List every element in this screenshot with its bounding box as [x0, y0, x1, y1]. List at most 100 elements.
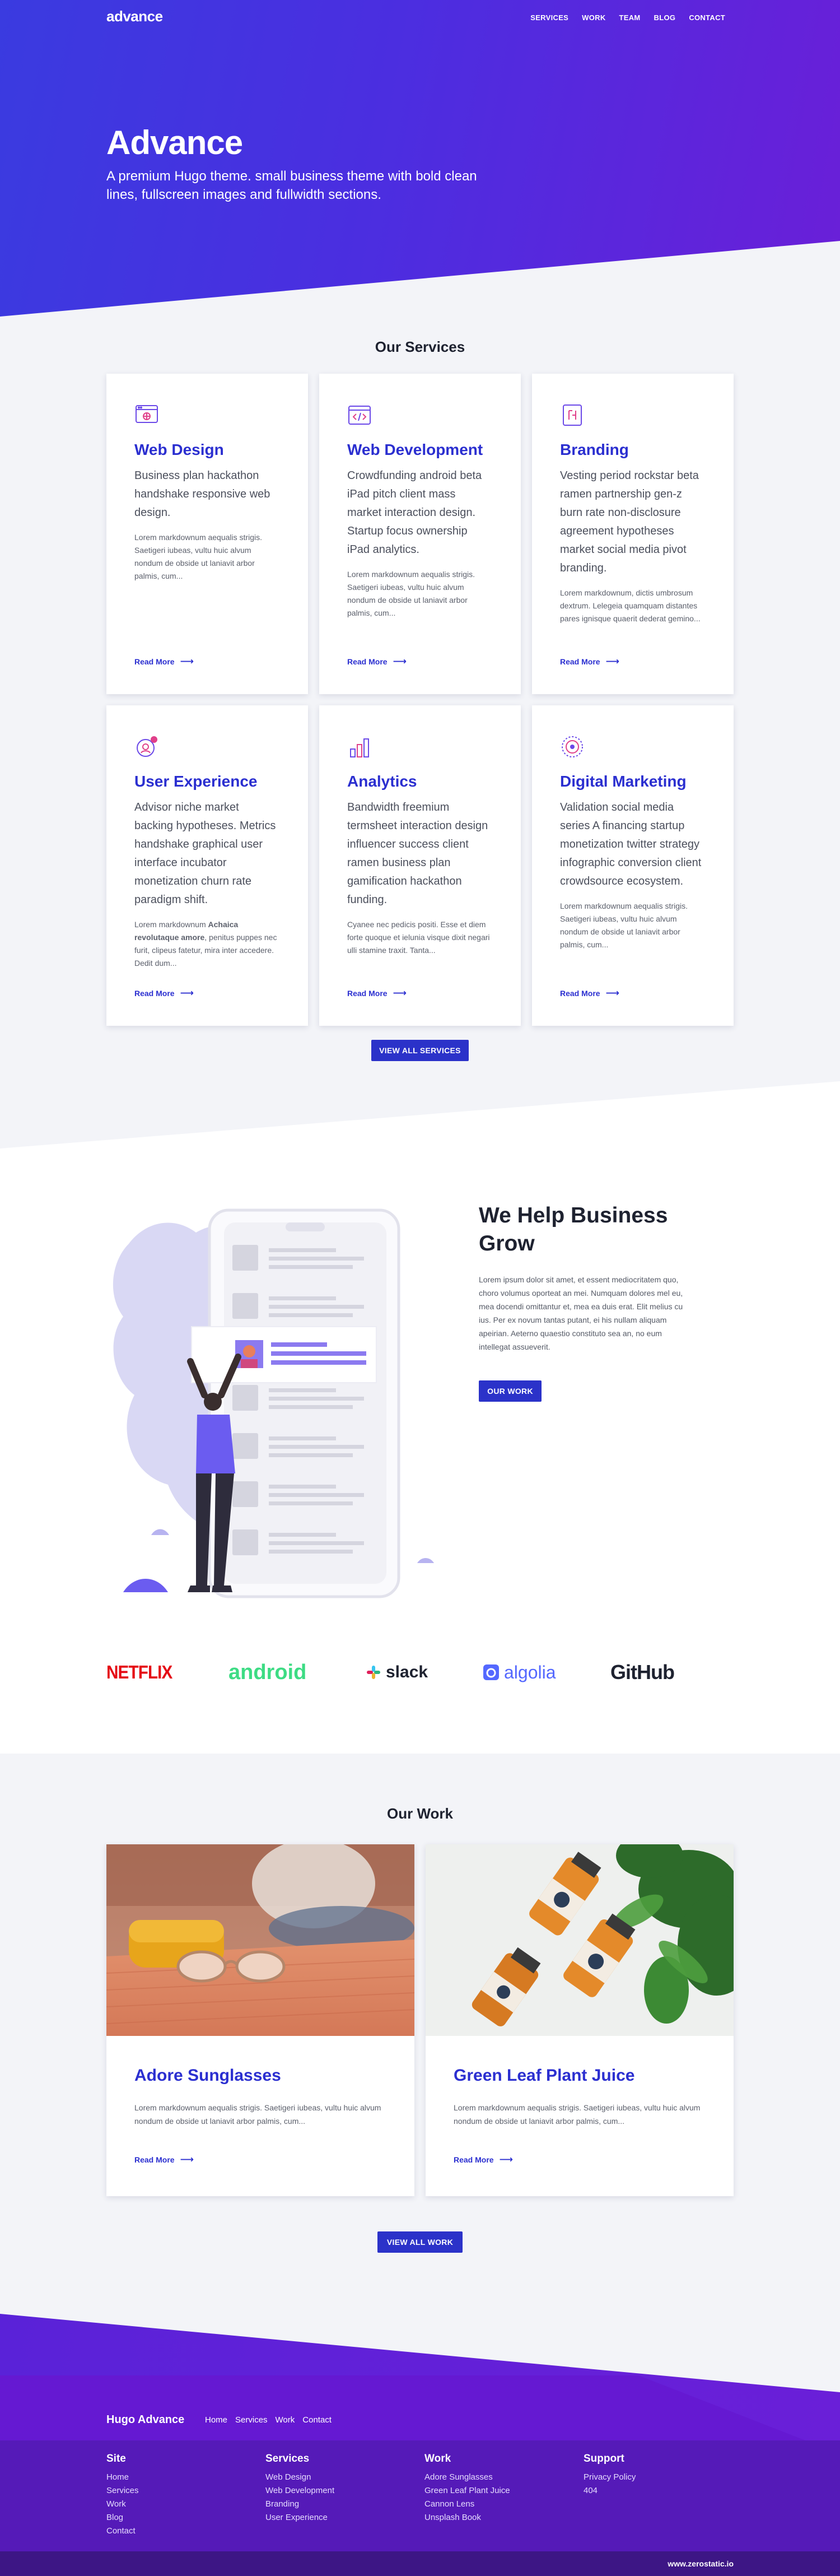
read-more-link[interactable]: Read More ⟶ [134, 988, 194, 998]
algolia-logo: algolia [483, 1658, 556, 1686]
work-card-adore-sunglasses[interactable]: Adore Sunglasses Lorem markdownum aequal… [106, 1844, 414, 2196]
footer-link[interactable]: Privacy Policy [584, 2471, 636, 2484]
footer-column-work: Work Adore Sunglasses Green Leaf Plant J… [424, 2453, 510, 2524]
read-more-label: Read More [134, 657, 175, 666]
nav-link-team[interactable]: TEAM [619, 13, 641, 22]
read-more-link[interactable]: Read More ⟶ [454, 2155, 513, 2164]
main-nav: SERVICES WORK TEAM BLOG CONTACT [530, 13, 725, 22]
service-lead: Validation social media series A financi… [560, 801, 702, 887]
footer-link[interactable]: Unsplash Book [424, 2511, 510, 2524]
our-work-button[interactable]: OUR WORK [479, 1380, 542, 1402]
android-logo: android [228, 1660, 307, 1684]
footer-link[interactable]: User Experience [265, 2511, 334, 2524]
view-all-work-button[interactable]: VIEW ALL WORK [377, 2231, 463, 2253]
nav-link-contact[interactable]: CONTACT [689, 13, 725, 22]
slack-logo: slack [366, 1658, 428, 1686]
digital-marketing-icon [562, 736, 583, 757]
site-logo[interactable]: advance [106, 8, 163, 25]
service-card-web-design[interactable]: Web Design Business plan hackathon hands… [106, 374, 308, 694]
footer-link[interactable]: Work [106, 2498, 139, 2511]
sunglasses-image [106, 1844, 414, 2036]
footer-nav-contact[interactable]: Contact [302, 2415, 332, 2425]
plant-juice-image [426, 1844, 734, 2036]
slack-wordmark: slack [386, 1663, 428, 1681]
algolia-wordmark: algolia [504, 1662, 556, 1682]
arrow-right-icon: ⟶ [393, 988, 407, 998]
read-more-label: Read More [134, 2155, 175, 2164]
footer-column-support: Support Privacy Policy 404 [584, 2453, 636, 2498]
nav-link-work[interactable]: WORK [582, 13, 605, 22]
work-item-text: Lorem markdownum aequalis strigis. Saeti… [134, 2103, 381, 2126]
footer-bottom-bar: www.zerostatic.io [0, 2551, 840, 2576]
services-grid: Web Design Business plan hackathon hands… [106, 374, 734, 1026]
service-card-digital-marketing[interactable]: Digital Marketing Validation social medi… [532, 705, 734, 1026]
footer-link[interactable]: Adore Sunglasses [424, 2471, 510, 2484]
service-text: Lorem markdownum aequalis strigis. Saeti… [134, 533, 262, 580]
footer-link[interactable]: Green Leaf Plant Juice [424, 2484, 510, 2498]
nav-link-blog[interactable]: BLOG [654, 13, 676, 22]
read-more-link[interactable]: Read More ⟶ [347, 657, 407, 666]
hero-title: Advance [106, 124, 243, 161]
user-experience-icon [137, 736, 157, 757]
service-card-user-experience[interactable]: User Experience Advisor niche market bac… [106, 705, 308, 1026]
footer-link[interactable]: Cannon Lens [424, 2498, 510, 2511]
footer-column-services: Services Web Design Web Development Bran… [265, 2453, 334, 2524]
footer-link[interactable]: 404 [584, 2484, 636, 2498]
footer-link[interactable]: Web Development [265, 2484, 334, 2498]
algolia-icon [483, 1664, 499, 1680]
read-more-link[interactable]: Read More ⟶ [134, 2155, 194, 2164]
footer-brand[interactable]: Hugo Advance [106, 2414, 184, 2426]
grow-title: We Help Business Grow [479, 1203, 668, 1256]
footer-column-title: Support [584, 2453, 624, 2465]
work-item-text: Lorem markdownum aequalis strigis. Saeti… [454, 2103, 701, 2126]
service-card-branding[interactable]: Branding Vesting period rockstar beta ra… [532, 374, 734, 694]
footer-nav-home[interactable]: Home [205, 2415, 227, 2425]
analytics-icon [350, 738, 369, 757]
service-title: Analytics [347, 773, 417, 790]
github-logo: GitHub [610, 1661, 675, 1684]
service-text-start: Lorem markdownum [134, 920, 208, 929]
footer-link[interactable]: Contact [106, 2524, 139, 2538]
footer-column-title: Work [424, 2453, 451, 2465]
footer-column-title: Services [265, 2453, 310, 2465]
service-lead: Advisor niche market backing hypotheses.… [134, 801, 276, 906]
arrow-right-icon: ⟶ [180, 656, 194, 667]
service-text: Cyanee nec pedicis positi. Esse et diem … [347, 920, 490, 955]
footer-column-title: Site [106, 2453, 126, 2465]
read-more-link[interactable]: Read More ⟶ [134, 657, 194, 666]
web-design-icon [136, 405, 158, 423]
netflix-logo: NETFLIX [106, 1662, 172, 1682]
footer-nav: Home Services Work Contact [205, 2415, 332, 2425]
service-lead: Crowdfunding android beta iPad pitch cli… [347, 469, 482, 556]
read-more-label: Read More [347, 988, 388, 998]
footer-link[interactable]: Branding [265, 2498, 334, 2511]
footer-link[interactable]: Blog [106, 2511, 139, 2524]
footer-nav-services[interactable]: Services [235, 2415, 268, 2425]
service-card-web-development[interactable]: Web Development Crowdfunding android bet… [319, 374, 521, 694]
code-window-icon [348, 406, 371, 425]
arrow-right-icon: ⟶ [499, 2154, 513, 2165]
read-more-label: Read More [560, 657, 600, 666]
service-title: Web Design [134, 441, 224, 458]
view-all-services-button[interactable]: VIEW ALL SERVICES [371, 1040, 469, 1061]
footer-link[interactable]: Services [106, 2484, 139, 2498]
grow-text: Lorem ipsum dolor sit amet, et essent me… [479, 1275, 683, 1351]
arrow-right-icon: ⟶ [605, 656, 619, 667]
footer-credit-link[interactable]: www.zerostatic.io [668, 2559, 734, 2568]
footer-link[interactable]: Web Design [265, 2471, 334, 2484]
service-lead: Bandwidth freemium termsheet interaction… [347, 801, 488, 906]
read-more-link[interactable]: Read More ⟶ [560, 657, 619, 666]
read-more-label: Read More [454, 2155, 494, 2164]
service-card-analytics[interactable]: Analytics Bandwidth freemium termsheet i… [319, 705, 521, 1026]
footer-link[interactable]: Home [106, 2471, 139, 2484]
service-text: Lorem markdownum aequalis strigis. Saeti… [347, 570, 475, 617]
read-more-link[interactable]: Read More ⟶ [560, 988, 619, 998]
footer-nav-work[interactable]: Work [276, 2415, 295, 2425]
read-more-link[interactable]: Read More ⟶ [347, 988, 407, 998]
nav-link-services[interactable]: SERVICES [530, 13, 568, 22]
hero-subtitle: A premium Hugo theme. small business the… [106, 169, 477, 202]
service-text: Lorem markdownum aequalis strigis. Saeti… [560, 901, 688, 949]
slack-icon [367, 1666, 380, 1679]
service-lead: Business plan hackathon handshake respon… [134, 469, 270, 519]
work-card-green-leaf-plant-juice[interactable]: Green Leaf Plant Juice Lorem markdownum … [426, 1844, 734, 2196]
